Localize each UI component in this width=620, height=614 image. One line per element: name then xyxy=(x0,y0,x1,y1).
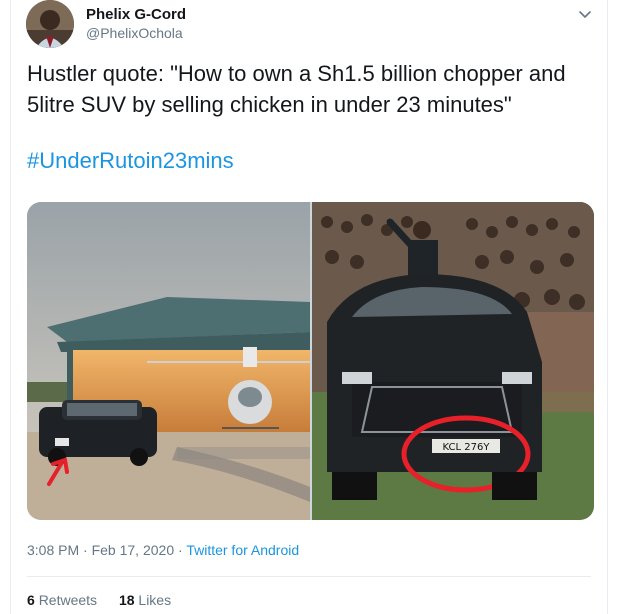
avatar[interactable] xyxy=(26,0,74,48)
retweets-stat[interactable]: 6 Retweets xyxy=(27,592,97,608)
tweet-text: Hustler quote: "How to own a Sh1.5 billi… xyxy=(27,61,566,117)
meta-separator: · xyxy=(174,542,187,558)
tweet-card: Phelix G-Cord @PhelixOchola Hustler quot… xyxy=(10,0,608,614)
likes-stat[interactable]: 18 Likes xyxy=(119,592,171,608)
likes-count: 18 xyxy=(118,592,135,608)
author-handle[interactable]: @PhelixOchola xyxy=(86,25,183,41)
tweet-time[interactable]: 3:08 PM xyxy=(27,542,79,558)
media-grid: KCL 276Y xyxy=(27,202,594,520)
retweets-label: Retweets xyxy=(38,592,98,608)
avatar-image xyxy=(26,0,74,48)
suv-crowd-photo[interactable]: KCL 276Y xyxy=(312,202,594,520)
chevron-down-icon[interactable] xyxy=(577,6,593,22)
hashtag-link[interactable]: #UnderRutoin23mins xyxy=(27,148,234,174)
plate-text: KCL 276Y xyxy=(443,442,491,453)
tweet-date[interactable]: Feb 17, 2020 xyxy=(92,542,175,558)
likes-label: Likes xyxy=(138,592,172,608)
meta-separator: · xyxy=(79,542,92,558)
tweet-stats: 6 Retweets 18 Likes xyxy=(27,592,189,608)
divider xyxy=(27,576,591,577)
tweet-source-link[interactable]: Twitter for Android xyxy=(186,542,299,558)
retweets-count: 6 xyxy=(27,592,35,608)
hangar-helicopter-suv-photo[interactable] xyxy=(27,202,310,520)
author-name[interactable]: Phelix G-Cord xyxy=(86,6,186,23)
tweet-meta: 3:08 PM · Feb 17, 2020 · Twitter for And… xyxy=(27,542,299,558)
